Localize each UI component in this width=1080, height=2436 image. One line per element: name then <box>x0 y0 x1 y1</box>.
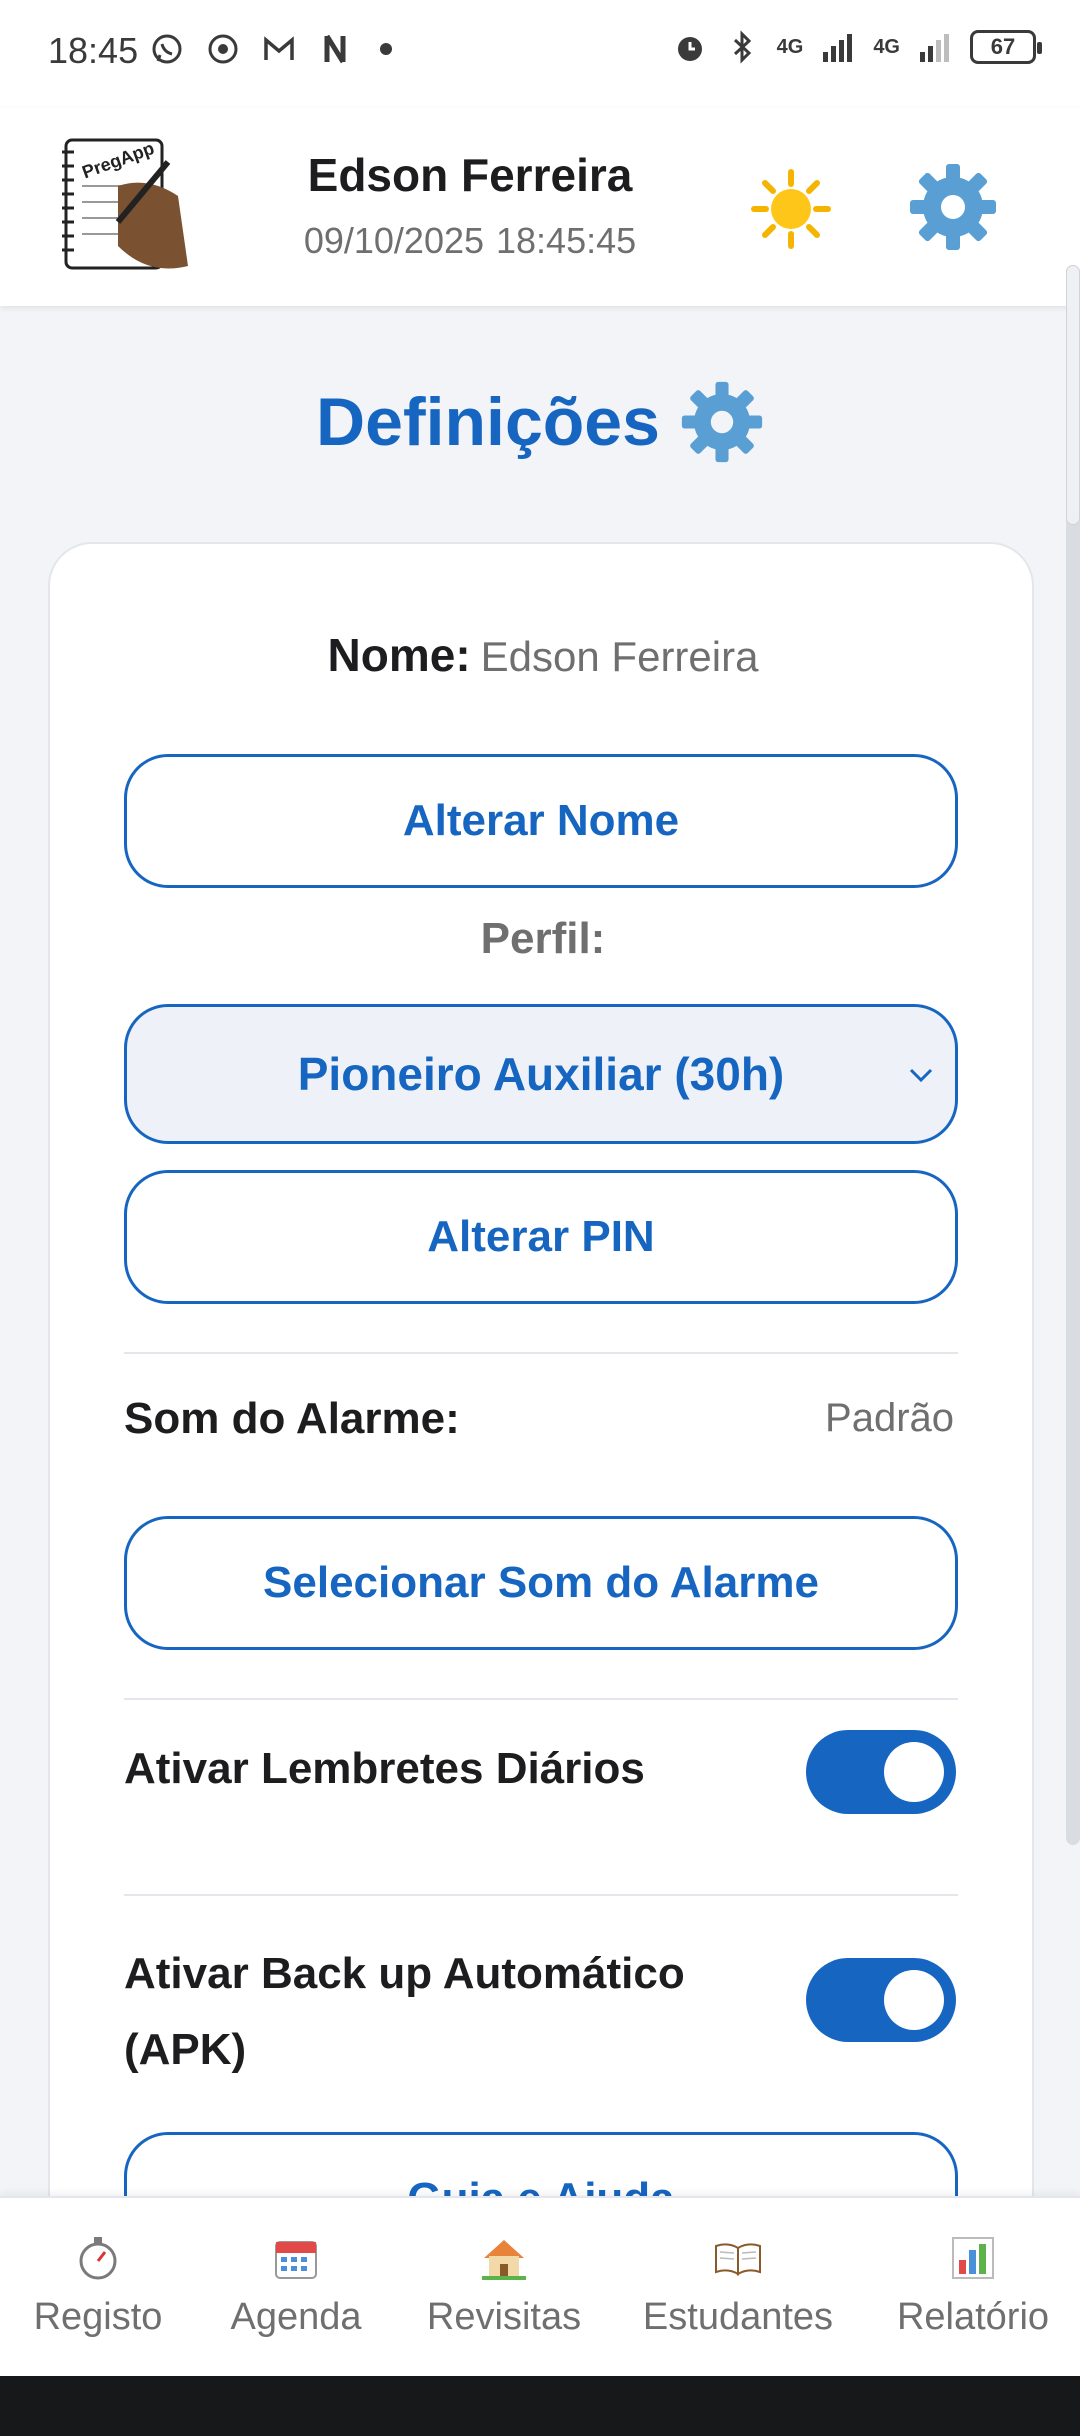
change-pin-button[interactable]: Alterar PIN <box>124 1170 958 1304</box>
auto-backup-label-line2: (APK) <box>124 2025 247 2074</box>
divider <box>124 1698 958 1700</box>
settings-gear-icon[interactable] <box>908 162 998 252</box>
name-label: Nome: <box>327 629 471 681</box>
page-title: Definições <box>0 380 1080 464</box>
nav-item-agenda[interactable]: Agenda <box>225 2234 367 2339</box>
chart-icon <box>952 2237 994 2279</box>
stopwatch-icon <box>79 2237 117 2280</box>
nav-label: Agenda <box>230 2296 362 2338</box>
whatsapp-icon <box>152 34 182 64</box>
bluetooth-icon <box>733 30 751 64</box>
status-bar: 18:45 4G 4G 67 <box>0 0 1080 108</box>
settings-card: Nome: Edson Ferreira Alterar Nome Perfil:… <box>48 542 1034 2302</box>
nav-label: Estudantes <box>642 2296 834 2338</box>
header-time: 18:45:45 <box>496 220 637 261</box>
battery-icon: 67 <box>970 30 1042 64</box>
divider <box>124 1352 958 1354</box>
bottom-navigation: Registo Agenda Revisitas Estudantes Rela… <box>0 2196 1080 2376</box>
status-time: 18:45 <box>48 30 139 71</box>
chrome-icon <box>208 34 238 64</box>
signal-bars-2-icon <box>920 34 949 62</box>
alarm-sound-label: Som do Alarme: <box>124 1394 460 1443</box>
signal-2-icon: 4G <box>873 35 900 58</box>
profile-select[interactable]: Pioneiro Auxiliar (30h) <box>124 1004 958 1144</box>
header-date: 09/10/2025 <box>303 220 485 261</box>
auto-backup-label-line1: Ativar Back up Automático <box>124 1949 685 1998</box>
signal-1-icon: 4G <box>776 35 804 58</box>
profile-label: Perfil: <box>480 914 606 963</box>
chevron-down-icon <box>909 1068 933 1083</box>
nav-label: Revisitas <box>426 2296 582 2338</box>
auto-backup-toggle[interactable] <box>806 1958 956 2042</box>
alarm-icon <box>677 37 702 61</box>
name-value: Edson Ferreira <box>480 633 759 680</box>
gear-icon <box>681 381 763 463</box>
nav-item-registo[interactable]: Registo <box>30 2234 166 2339</box>
auto-backup-label: Ativar Back up Automático (APK) <box>124 1936 685 2088</box>
toggle-knob <box>884 1970 944 2030</box>
toggle-knob <box>884 1742 944 1802</box>
notification-dot-icon <box>380 43 392 55</box>
daily-reminders-label: Ativar Lembretes Diários <box>124 1744 645 1793</box>
nav-label: Registo <box>33 2296 163 2338</box>
system-navigation-bar <box>0 2376 1080 2436</box>
page-title-text: Definições <box>316 384 660 460</box>
nav-item-revisitas[interactable]: Revisitas <box>422 2234 586 2339</box>
alarm-sound-value: Padrão <box>825 1396 954 1440</box>
theme-toggle-sun-icon[interactable] <box>750 168 832 250</box>
profile-select-value: Pioneiro Auxiliar (30h) <box>297 1048 785 1100</box>
nav-item-relatorio[interactable]: Relatório <box>893 2234 1053 2339</box>
signal-bars-1-icon <box>823 34 853 62</box>
name-row: Nome: Edson Ferreira <box>50 628 1036 682</box>
house-icon <box>482 2240 526 2280</box>
gmail-icon <box>264 36 294 60</box>
nav-item-estudantes[interactable]: Estudantes <box>640 2234 836 2339</box>
change-name-button[interactable]: Alterar Nome <box>124 754 958 888</box>
select-alarm-sound-button[interactable]: Selecionar Som do Alarme <box>124 1516 958 1650</box>
daily-reminders-toggle[interactable] <box>806 1730 956 1814</box>
divider <box>124 1894 958 1896</box>
app-header: PregApp Edson Ferreira 09/10/2025 18:45:4… <box>0 108 1080 306</box>
netflix-icon <box>324 34 346 64</box>
book-icon <box>715 2243 761 2276</box>
nav-label: Relatório <box>896 2296 1050 2338</box>
calendar-icon <box>275 2241 317 2279</box>
